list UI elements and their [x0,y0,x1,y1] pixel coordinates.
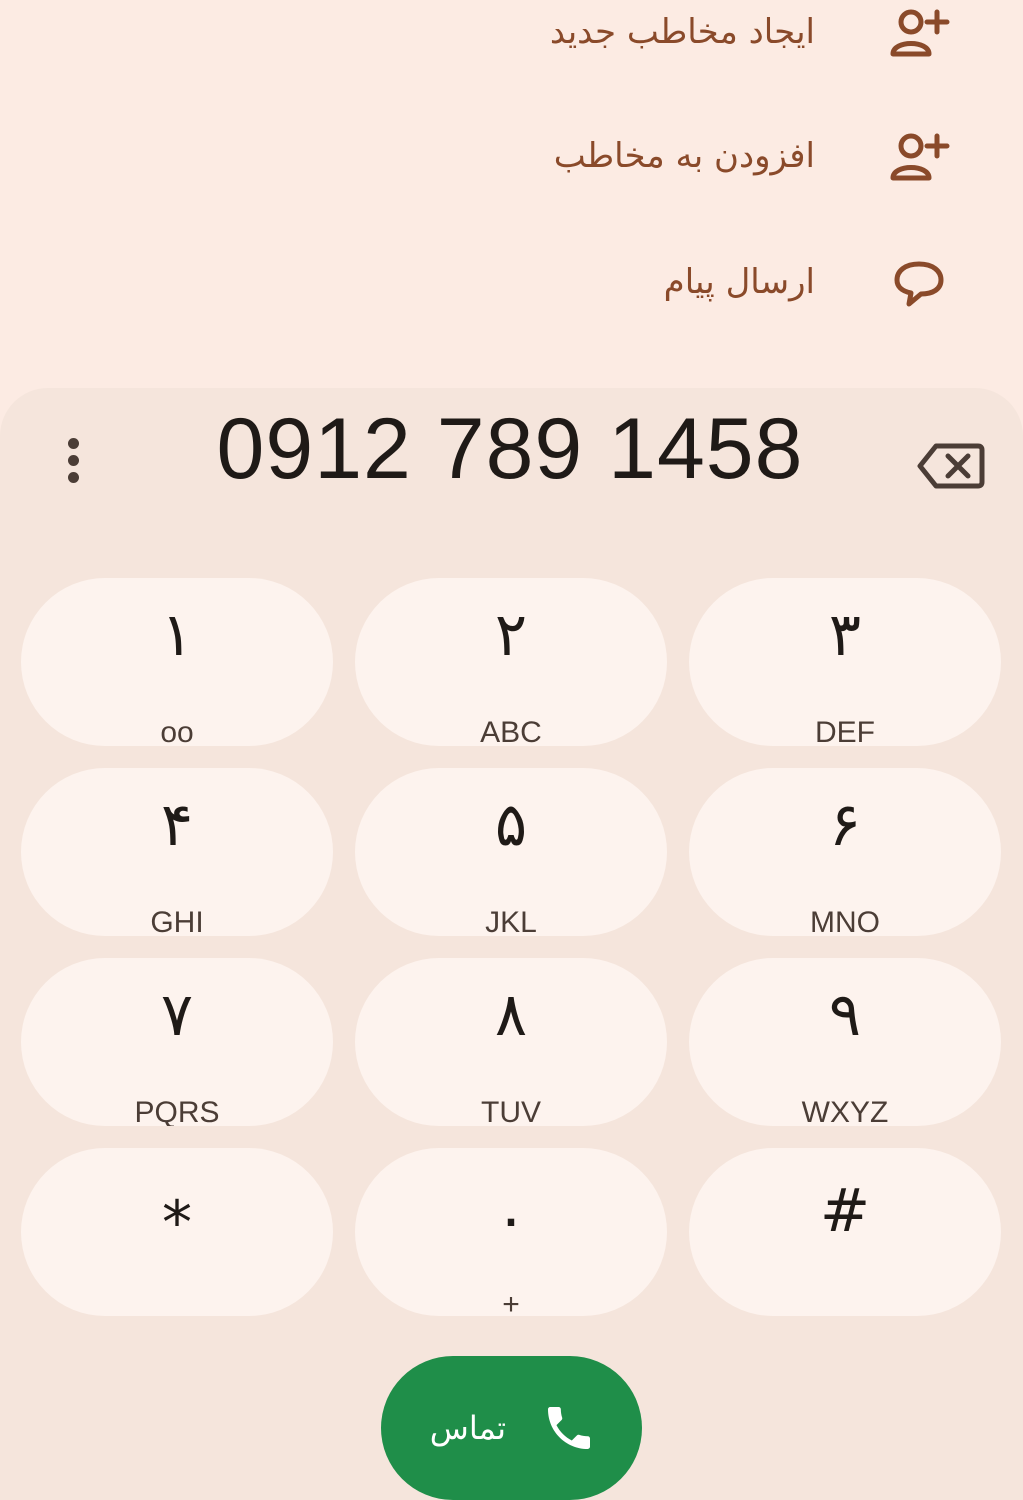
key-3[interactable]: ۳ DEF [689,578,1001,746]
more-options-button[interactable] [48,432,98,496]
key-5[interactable]: ۵ JKL [355,768,667,936]
add-to-contact-action[interactable]: افزودن به مخاطب [0,106,1023,206]
key-hash[interactable]: # [689,1148,1001,1316]
key-7[interactable]: ۷ PQRS [21,958,333,1126]
call-label: تماس [429,1409,506,1447]
key-6[interactable]: ۶ MNO [689,768,1001,936]
message-icon [894,261,944,307]
create-new-contact-action[interactable]: ایجاد مخاطب جدید [0,0,1023,82]
key-9[interactable]: ۹ WXYZ [689,958,1001,1126]
backspace-button[interactable] [916,440,986,492]
key-8[interactable]: ۸ TUV [355,958,667,1126]
person-add-icon [890,9,950,57]
add-to-contact-label: افزودن به مخاطب [553,136,815,176]
voicemail-icon: ᴏᴏ [160,716,194,746]
key-2[interactable]: ۲ ABC [355,578,667,746]
dialed-number: 0912 789 1458 [216,401,804,497]
phone-icon [548,1407,590,1449]
key-1[interactable]: ۱ ᴏᴏ [21,578,333,746]
call-button[interactable]: تماس [381,1356,642,1500]
send-message-label: ارسال پیام [663,262,815,302]
send-message-action[interactable]: ارسال پیام [0,232,1023,332]
key-star[interactable]: * [21,1148,333,1316]
dialpad-sheet [0,388,1023,1500]
dialer-suggestions: ایجاد مخاطب جدید افزودن به مخاطب ارسال پ… [0,0,1023,390]
key-0[interactable]: ۰ + [355,1148,667,1316]
more-dots-icon [67,438,79,449]
key-4[interactable]: ۴ GHI [21,768,333,936]
create-new-contact-label: ایجاد مخاطب جدید [549,12,815,52]
backspace-icon [917,443,985,489]
person-add-icon [890,133,950,181]
